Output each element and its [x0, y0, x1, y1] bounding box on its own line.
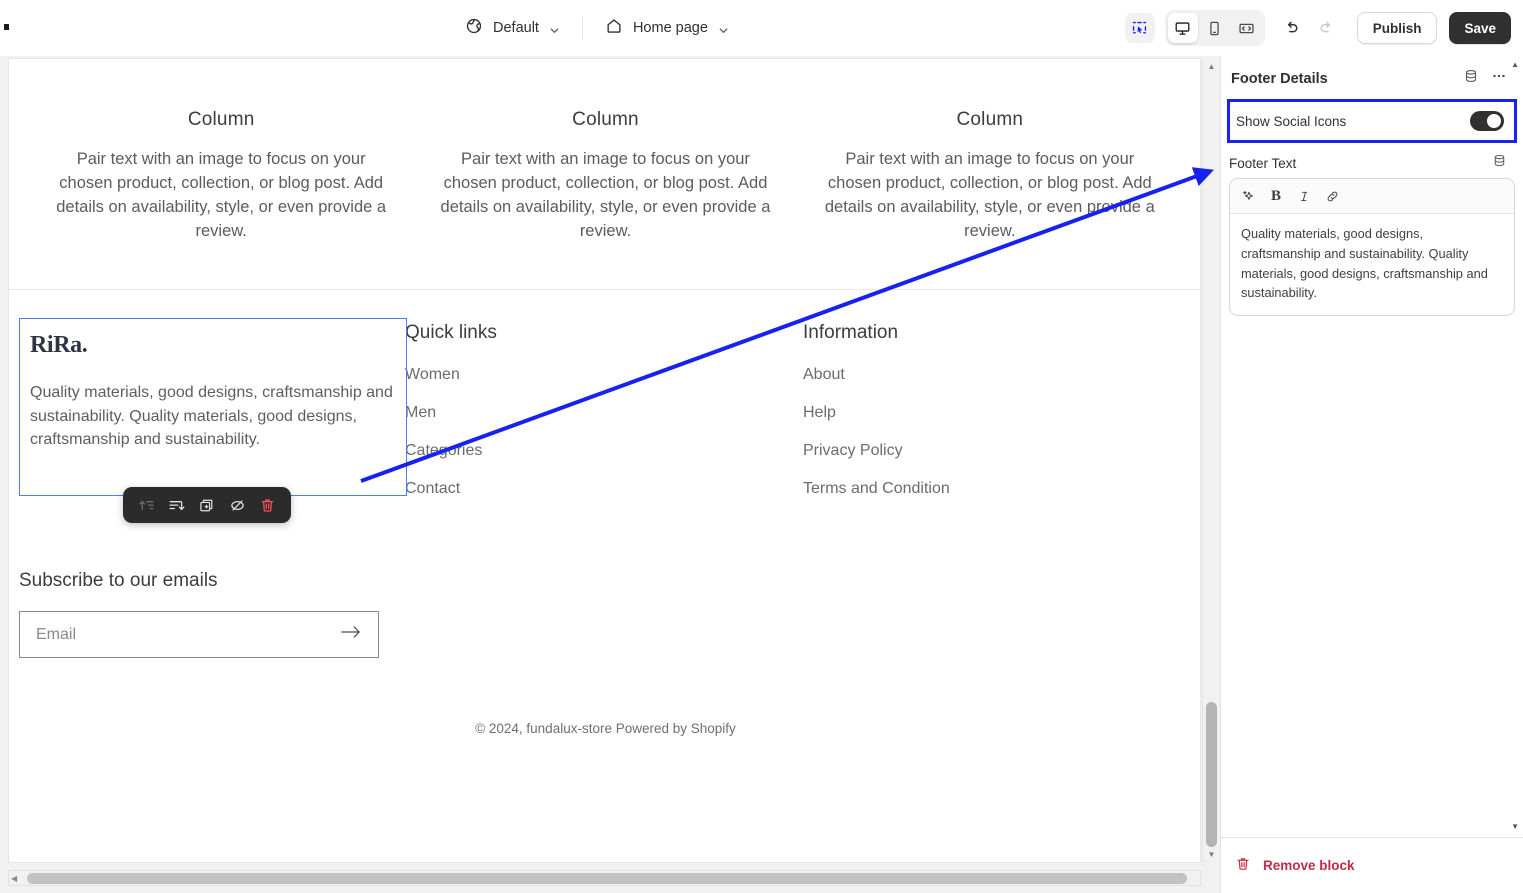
trash-icon: [1235, 856, 1251, 875]
footer-section: RiRa. Quality materials, good designs, c…: [9, 290, 1200, 737]
panel-title: Footer Details: [1231, 70, 1328, 87]
vertical-scroll-thumb[interactable]: [1206, 702, 1217, 847]
arrow-right-icon[interactable]: [340, 624, 362, 645]
rich-text-toolbar: B: [1230, 179, 1514, 214]
footer-column-heading: Quick links: [405, 322, 497, 344]
page-selector[interactable]: Home page: [595, 11, 739, 46]
redo-button[interactable]: [1311, 13, 1341, 43]
chevron-down-icon: [718, 23, 729, 34]
scroll-up-arrow-icon[interactable]: ▲: [1203, 58, 1220, 75]
topbar-center-group: Default Home page: [455, 0, 739, 56]
fullwidth-view-button[interactable]: [1232, 13, 1262, 43]
subscribe-title: Subscribe to our emails: [19, 570, 218, 592]
save-button[interactable]: Save: [1449, 12, 1511, 44]
more-options-icon[interactable]: [1491, 68, 1507, 89]
canvas-horizontal-scrollbar[interactable]: ◀: [8, 870, 1201, 886]
store-logo: RiRa.: [30, 332, 88, 359]
footer-column-heading: Information: [803, 322, 899, 344]
copyright-text: © 2024, fundalux-store Powered by Shopif…: [475, 721, 736, 737]
theme-selector-label: Default: [493, 20, 539, 36]
promo-column-title: Column: [187, 109, 255, 130]
device-view-group: [1164, 10, 1265, 46]
panel-header-actions: [1463, 68, 1507, 89]
toggle-knob: [1487, 114, 1501, 128]
footer-text-block-selected[interactable]: RiRa. Quality materials, good designs, c…: [19, 318, 407, 497]
scroll-left-arrow-icon[interactable]: ◀: [11, 874, 17, 883]
theme-selector[interactable]: Default: [455, 11, 570, 46]
footer-text-label: Footer Text: [1229, 155, 1297, 171]
panel-scroll-down-icon[interactable]: ▼: [1511, 822, 1519, 831]
dynamic-source-icon[interactable]: [1463, 68, 1479, 89]
bold-icon[interactable]: B: [1262, 183, 1290, 209]
remove-block-label: Remove block: [1263, 858, 1355, 873]
email-subscribe-field[interactable]: Email: [19, 611, 379, 659]
desktop-view-button[interactable]: [1167, 13, 1198, 43]
hide-icon[interactable]: [225, 493, 249, 517]
promo-column[interactable]: Column Pair text with an image to focus …: [798, 109, 1182, 243]
database-icon[interactable]: [1492, 153, 1507, 173]
toolbar-divider: [581, 16, 583, 40]
preview-canvas-area: Column Pair text with an image to focus …: [0, 56, 1220, 893]
window-indicator-dot: [4, 24, 9, 30]
storefront-content: Column Pair text with an image to focus …: [9, 59, 1200, 737]
footer-quick-links-column: Quick links Women Men Categories Contact: [405, 314, 803, 518]
topbar-right-group: Publish Save: [1124, 0, 1511, 56]
storefront-preview-frame: Column Pair text with an image to focus …: [8, 58, 1201, 863]
subscribe-section: Subscribe to our emails Email: [9, 518, 1200, 659]
link-icon[interactable]: [1318, 183, 1346, 209]
promo-column[interactable]: Column Pair text with an image to focus …: [29, 109, 413, 243]
promo-column-title: Column: [572, 109, 639, 130]
show-social-icons-row[interactable]: Show Social Icons: [1227, 99, 1517, 143]
canvas-vertical-scrollbar[interactable]: ▲ ▼: [1202, 58, 1219, 863]
footer-link[interactable]: Men: [405, 404, 803, 422]
promo-column[interactable]: Column Pair text with an image to focus …: [413, 109, 797, 243]
show-social-icons-label: Show Social Icons: [1236, 113, 1347, 129]
promo-column-title: Column: [956, 109, 1024, 130]
footer-information-column: Information About Help Privacy Policy Te…: [803, 314, 1200, 518]
panel-footer: Remove block: [1221, 837, 1523, 893]
ai-sparkle-icon[interactable]: [1234, 183, 1262, 209]
show-social-icons-toggle[interactable]: [1470, 111, 1504, 131]
undo-button[interactable]: [1277, 13, 1307, 43]
page-selector-label: Home page: [632, 20, 708, 36]
top-toolbar: Default Home page Publish Save: [0, 0, 1523, 56]
panel-header: Footer Details: [1221, 56, 1523, 99]
italic-icon[interactable]: [1290, 183, 1318, 209]
block-actions-toolbar: [123, 487, 291, 524]
delete-icon[interactable]: [256, 493, 280, 517]
promo-column-body: Pair text with an image to focus on your…: [56, 150, 387, 241]
panel-scroll-up-icon[interactable]: ▲: [1511, 60, 1519, 69]
move-down-icon[interactable]: [165, 493, 189, 517]
promo-column-body: Pair text with an image to focus on your…: [824, 150, 1155, 241]
mobile-view-button[interactable]: [1200, 13, 1230, 43]
footer-link[interactable]: Women: [405, 366, 803, 384]
footer-text-label-row: Footer Text: [1221, 143, 1523, 178]
select-tool-button[interactable]: [1124, 13, 1155, 43]
footer-link[interactable]: About: [803, 366, 1200, 384]
promo-column-body: Pair text with an image to focus on your…: [440, 150, 771, 241]
footer-link[interactable]: Privacy Policy: [803, 442, 1200, 460]
remove-block-button[interactable]: Remove block: [1235, 856, 1355, 875]
globe-icon: [465, 17, 483, 40]
move-up-icon[interactable]: [134, 493, 158, 517]
scroll-down-arrow-icon[interactable]: ▼: [1203, 846, 1220, 863]
footer-link[interactable]: Contact: [405, 480, 803, 498]
settings-panel: Footer Details Show Social Icons Footer …: [1220, 56, 1523, 893]
publish-button[interactable]: Publish: [1356, 12, 1438, 44]
chevron-down-icon: [549, 23, 560, 34]
footer-link[interactable]: Categories: [405, 442, 803, 460]
footer-link[interactable]: Terms and Condition: [803, 480, 1200, 498]
footer-text-rich-editor[interactable]: B Quality materials, good designs, craft…: [1229, 178, 1515, 317]
duplicate-icon[interactable]: [195, 493, 219, 517]
email-input-placeholder: Email: [36, 625, 77, 643]
horizontal-scroll-thumb[interactable]: [27, 873, 1187, 884]
footer-link[interactable]: Help: [803, 404, 1200, 422]
home-icon: [605, 17, 623, 40]
footer-brand-description: Quality materials, good designs, craftsm…: [30, 384, 393, 449]
promo-columns-section: Column Pair text with an image to focus …: [9, 59, 1200, 289]
footer-text-editor-content[interactable]: Quality materials, good designs, craftsm…: [1230, 214, 1514, 315]
